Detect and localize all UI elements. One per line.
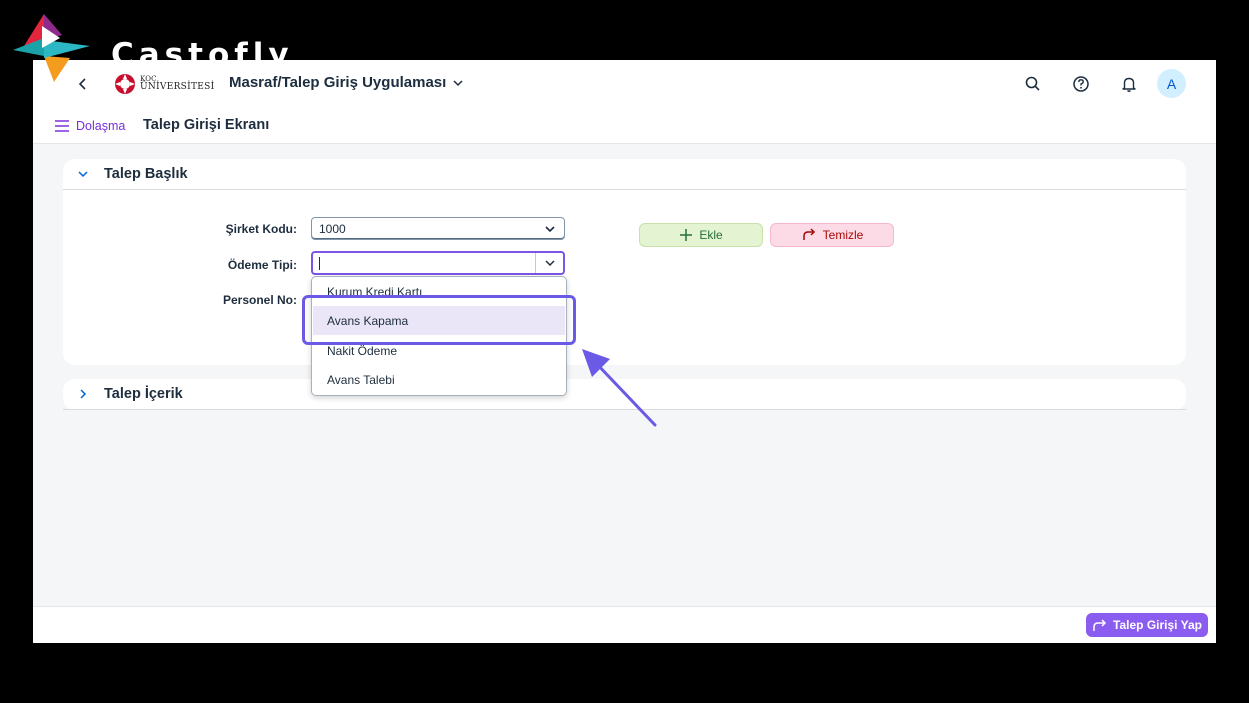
forward-arrow-icon: [1093, 619, 1107, 631]
chevron-down-icon: [78, 171, 88, 178]
payment-type-label: Ödeme Tipi:: [227, 258, 297, 272]
chevron-down-icon: [453, 79, 463, 86]
company-code-label: Şirket Kodu:: [225, 222, 297, 236]
submit-request-button[interactable]: Talep Girişi Yap: [1086, 613, 1208, 637]
text-cursor: [319, 257, 320, 270]
sub-header: Dolaşma Talep Girişi Ekranı: [33, 106, 1216, 144]
personnel-no-label: Personel No:: [222, 293, 297, 307]
annotation-arrow-icon: [582, 349, 657, 427]
help-icon: [1073, 76, 1089, 92]
chevron-down-icon: [544, 260, 555, 267]
plus-icon: [680, 229, 693, 241]
add-button-label: Ekle: [699, 228, 723, 242]
clear-button-label: Temizle: [822, 228, 864, 242]
navigation-button[interactable]: Dolaşma: [54, 119, 125, 133]
annotation-highlight-box: [302, 295, 576, 345]
logo-line2: ÜNİVERSİTESİ: [140, 82, 215, 92]
help-button[interactable]: [1072, 75, 1090, 93]
user-avatar[interactable]: A: [1157, 69, 1186, 98]
header-panel: Talep Başlık Şirket Kodu: 1000 Ödeme Tip…: [63, 159, 1186, 365]
footer-toolbar: Talep Girişi Yap: [33, 606, 1216, 643]
company-code-select[interactable]: 1000: [311, 217, 565, 240]
header-panel-toggle[interactable]: Talep Başlık: [63, 159, 1186, 190]
header-panel-title: Talep Başlık: [104, 166, 188, 182]
add-button[interactable]: Ekle: [639, 223, 763, 247]
redo-icon: [802, 228, 815, 240]
chevron-down-icon: [545, 225, 555, 232]
page-title: Talep Girişi Ekranı: [143, 117, 270, 133]
submit-request-label: Talep Girişi Yap: [1113, 618, 1202, 632]
clear-button[interactable]: Temizle: [770, 223, 894, 247]
dropdown-option-avans-talebi[interactable]: Avans Talebi: [313, 365, 565, 394]
castofly-wordmark: Castofly: [111, 37, 294, 73]
chevron-right-icon: [80, 389, 87, 399]
notifications-button[interactable]: [1120, 75, 1138, 93]
bell-icon: [1122, 77, 1136, 92]
company-code-value: 1000: [319, 222, 346, 236]
search-button[interactable]: [1024, 75, 1042, 93]
navigation-label: Dolaşma: [76, 119, 126, 133]
payment-type-dropdown-toggle[interactable]: [535, 253, 563, 273]
content-panel-title: Talep İçerik: [104, 386, 183, 402]
menu-icon: [55, 120, 69, 132]
castofly-watermark: Castofly: [10, 10, 310, 82]
payment-type-select[interactable]: [311, 251, 565, 275]
search-icon: [1025, 76, 1040, 91]
castofly-logo-icon: [13, 14, 90, 82]
